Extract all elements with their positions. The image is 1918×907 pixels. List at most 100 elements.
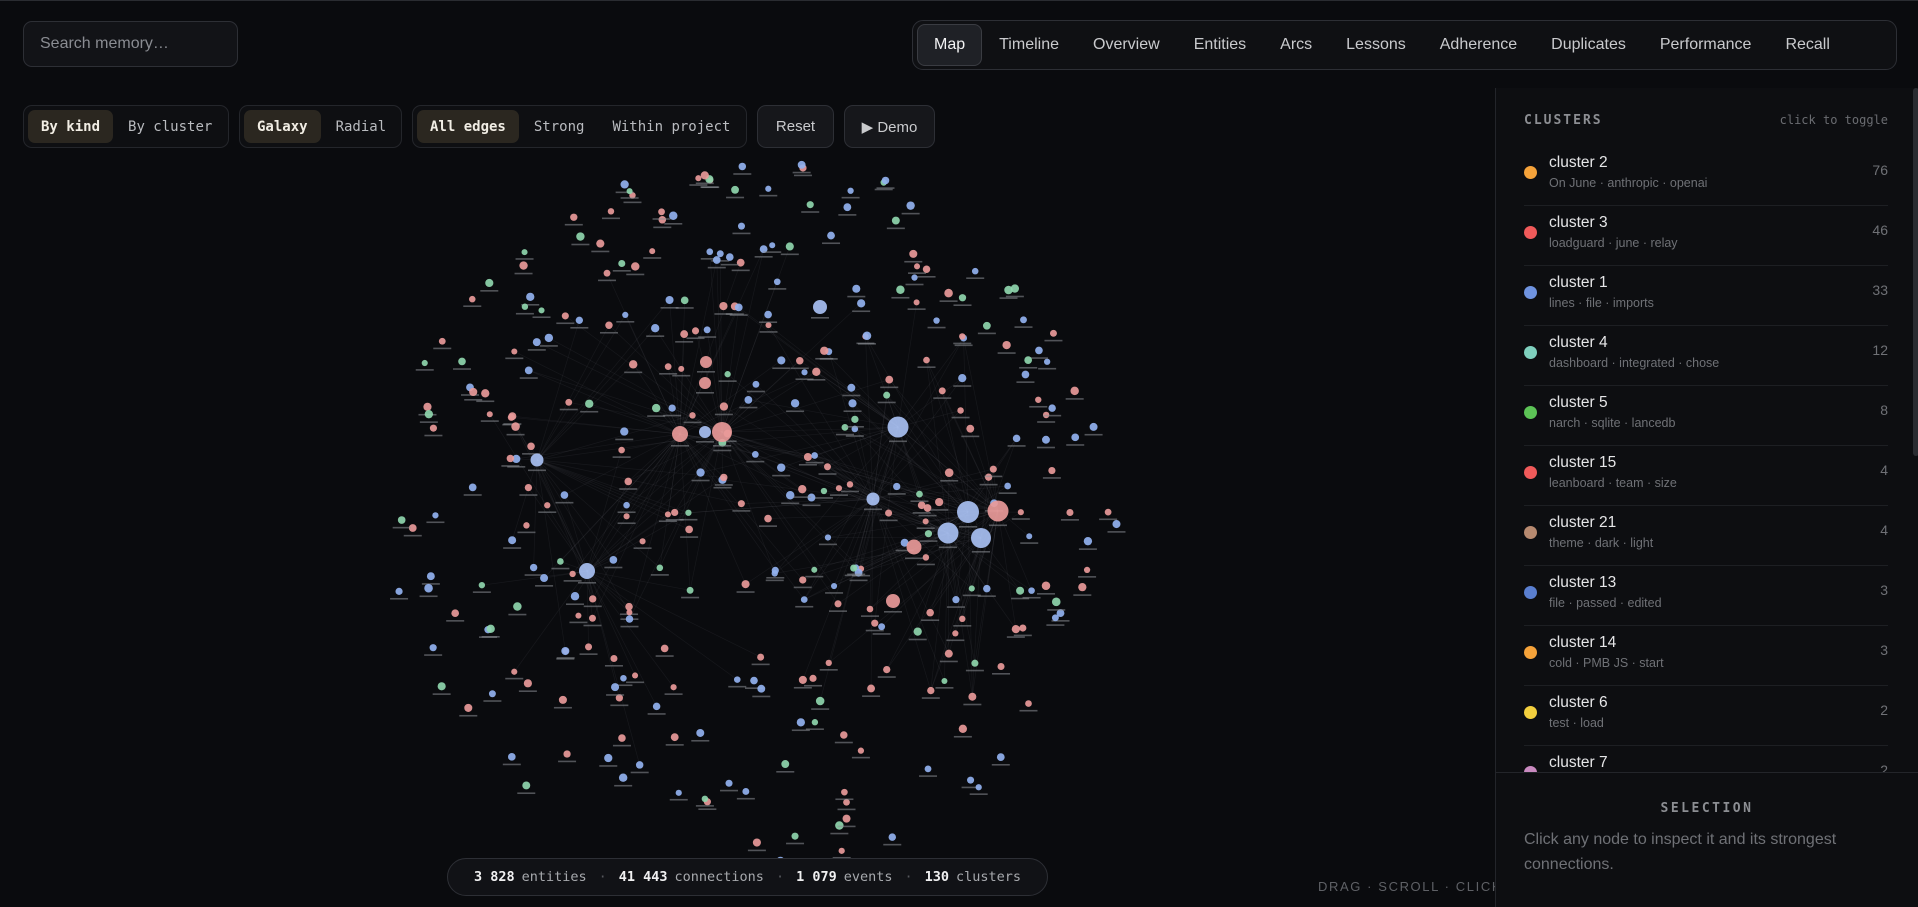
graph-node[interactable]	[773, 278, 781, 286]
graph-node[interactable]	[468, 483, 477, 492]
graph-node[interactable]	[1002, 340, 1011, 350]
graph-node[interactable]	[734, 303, 743, 312]
graph-node[interactable]	[649, 248, 656, 255]
graph-node[interactable]	[959, 333, 966, 340]
graph-node[interactable]	[532, 338, 541, 347]
graph-node[interactable]	[975, 784, 982, 791]
strong-edges-button[interactable]: Strong	[521, 110, 598, 143]
graph-node[interactable]	[725, 779, 733, 787]
graph-node[interactable]	[610, 654, 618, 662]
graph-node[interactable]	[842, 814, 851, 823]
graph-node[interactable]	[507, 753, 516, 761]
graph-node[interactable]	[522, 781, 531, 790]
graph-node[interactable]	[841, 788, 848, 796]
graph-node[interactable]	[618, 773, 628, 782]
graph-node[interactable]	[719, 402, 729, 411]
graph-node[interactable]	[952, 630, 959, 637]
graph-node[interactable]	[618, 446, 625, 454]
graph-node[interactable]	[1071, 433, 1080, 442]
graph-node[interactable]	[565, 398, 573, 406]
graph-node[interactable]	[886, 594, 900, 608]
graph-node[interactable]	[691, 327, 700, 335]
graph-node[interactable]	[670, 733, 679, 742]
graph-node[interactable]	[866, 492, 880, 506]
graph-node[interactable]	[569, 570, 576, 578]
graph-node[interactable]	[971, 528, 991, 548]
graph-node[interactable]	[737, 500, 745, 508]
graph-node[interactable]	[626, 609, 633, 616]
graph-node[interactable]	[996, 753, 1005, 761]
graph-node[interactable]	[857, 299, 866, 308]
graph-node[interactable]	[835, 821, 844, 830]
graph-node[interactable]	[560, 491, 569, 499]
graph-node[interactable]	[741, 580, 750, 589]
graph-node[interactable]	[623, 501, 630, 509]
graph-node[interactable]	[618, 734, 626, 742]
graph-node[interactable]	[513, 602, 522, 611]
graph-node[interactable]	[429, 424, 437, 432]
graph-node[interactable]	[967, 776, 975, 784]
graph-node[interactable]	[670, 684, 677, 691]
graph-node[interactable]	[835, 485, 843, 492]
tab-lessons[interactable]: Lessons	[1329, 25, 1423, 65]
graph-node[interactable]	[506, 454, 515, 463]
graph-node[interactable]	[893, 482, 901, 491]
graph-node[interactable]	[685, 509, 692, 516]
graph-node[interactable]	[798, 484, 807, 494]
graph-node[interactable]	[695, 175, 702, 182]
graph-node[interactable]	[589, 595, 597, 603]
graph-node[interactable]	[777, 463, 786, 472]
graph-node[interactable]	[764, 514, 772, 523]
graph-node[interactable]	[830, 582, 838, 590]
graph-node[interactable]	[1051, 597, 1061, 607]
graph-node[interactable]	[917, 501, 926, 510]
graph-node[interactable]	[911, 274, 918, 281]
graph-node[interactable]	[752, 380, 760, 388]
graph-node[interactable]	[700, 356, 712, 368]
cluster-row[interactable]: cluster 1 lines · file · imports 33	[1524, 266, 1888, 326]
cluster-row[interactable]: cluster 14 cold · PMB JS · start 3	[1524, 626, 1888, 686]
graph-node[interactable]	[851, 415, 859, 423]
graph-node[interactable]	[703, 326, 711, 334]
graph-node[interactable]	[622, 311, 629, 318]
graph-node[interactable]	[672, 426, 688, 442]
graph-node[interactable]	[1083, 566, 1091, 574]
graph-node[interactable]	[485, 278, 494, 288]
graph-node[interactable]	[524, 483, 533, 492]
graph-node[interactable]	[527, 442, 535, 451]
graph-node[interactable]	[757, 684, 766, 693]
cluster-row[interactable]: cluster 21 theme · dark · light 4	[1524, 506, 1888, 566]
graph-node[interactable]	[700, 171, 709, 180]
graph-node[interactable]	[785, 491, 795, 500]
graph-node[interactable]	[712, 256, 721, 264]
graph-node[interactable]	[689, 412, 696, 419]
graph-node[interactable]	[557, 558, 564, 565]
graph-node[interactable]	[923, 356, 930, 364]
graph-node[interactable]	[1070, 386, 1079, 396]
graph-node[interactable]	[1041, 581, 1051, 591]
graph-node[interactable]	[731, 185, 739, 194]
graph-node[interactable]	[896, 285, 905, 294]
graph-node[interactable]	[1051, 614, 1059, 622]
graph-node[interactable]	[883, 665, 891, 674]
graph-node[interactable]	[696, 728, 705, 737]
cluster-row[interactable]: cluster 7 2	[1524, 746, 1888, 772]
graph-node[interactable]	[699, 377, 711, 389]
graph-node[interactable]	[632, 672, 639, 679]
graph-node[interactable]	[906, 539, 922, 555]
graph-node[interactable]	[526, 292, 535, 302]
graph-node[interactable]	[887, 416, 909, 438]
graph-node[interactable]	[983, 584, 991, 593]
by-kind-button[interactable]: By kind	[28, 110, 114, 143]
graph-node[interactable]	[957, 501, 979, 523]
graph-node[interactable]	[937, 522, 959, 544]
graph-node[interactable]	[825, 659, 832, 667]
graph-node[interactable]	[1004, 482, 1012, 490]
graph-node[interactable]	[570, 213, 578, 221]
graph-node[interactable]	[605, 321, 613, 329]
tab-timeline[interactable]: Timeline	[982, 25, 1076, 65]
graph-node[interactable]	[652, 702, 661, 711]
graph-node[interactable]	[796, 356, 804, 365]
graph-node[interactable]	[523, 522, 530, 529]
cluster-row[interactable]: cluster 15 leanboard · team · size 4	[1524, 446, 1888, 506]
